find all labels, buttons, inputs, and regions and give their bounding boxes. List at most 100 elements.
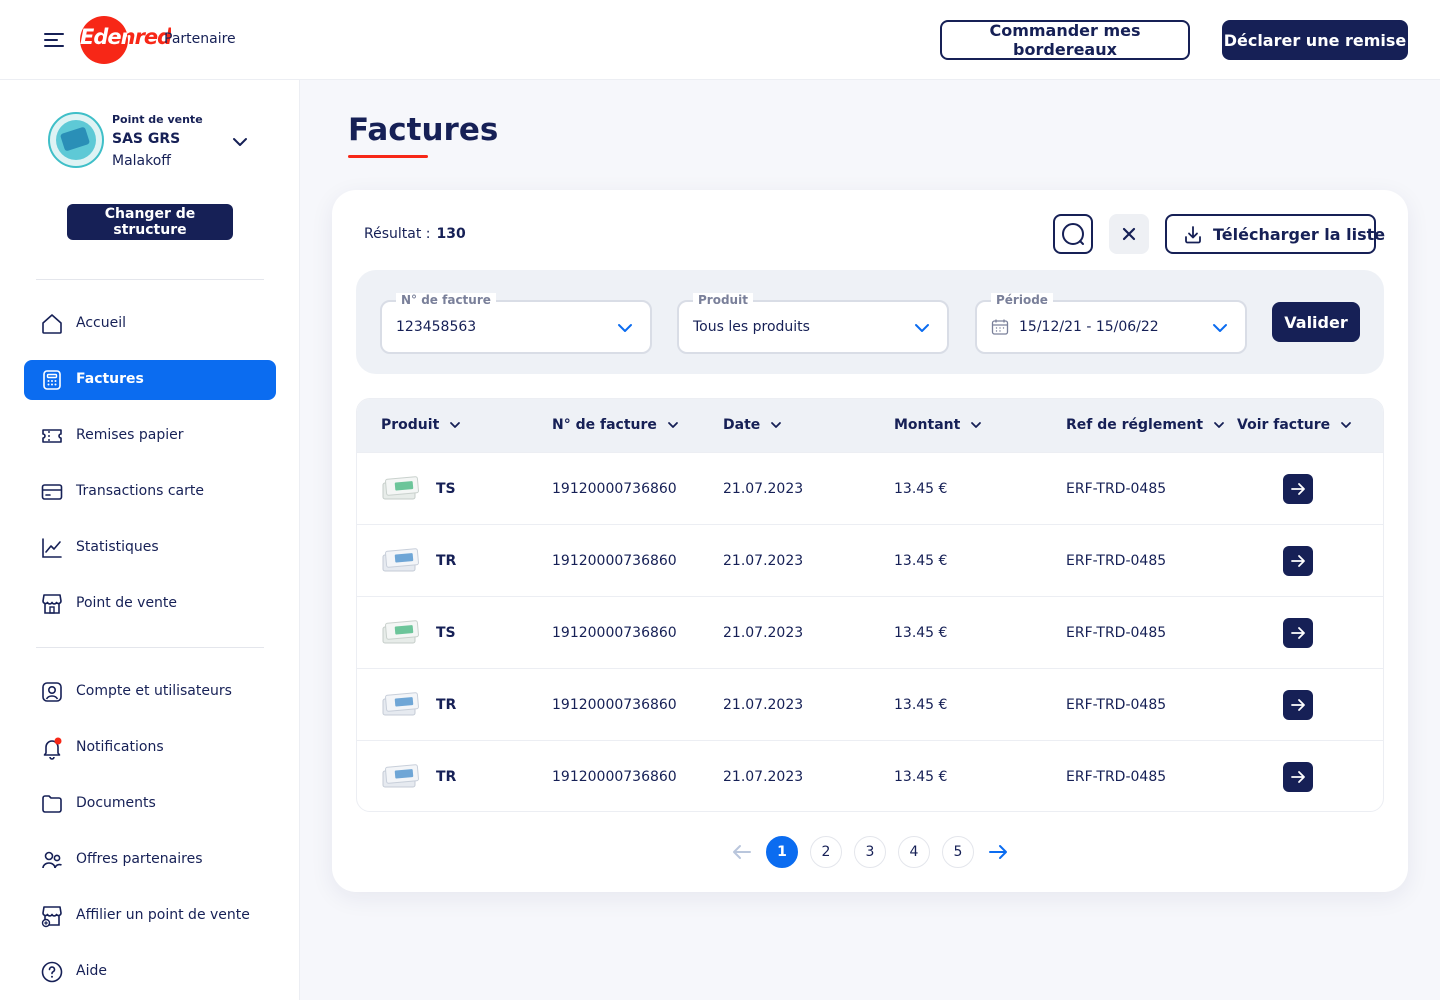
column-header-date[interactable]: Date [723, 417, 782, 433]
field-value: 123458563 [396, 319, 477, 335]
column-header-view[interactable]: Voir facture [1237, 417, 1352, 433]
menu-icon[interactable] [44, 31, 66, 49]
column-header-label: Voir facture [1237, 417, 1331, 433]
column-header-product[interactable]: Produit [381, 417, 461, 433]
help-icon [41, 961, 63, 983]
product-select[interactable]: Produit Tous les produits [677, 293, 949, 354]
order-slips-button[interactable]: Commander mes bordereaux [940, 20, 1190, 60]
close-icon [1122, 227, 1136, 241]
amount-cell: 13.45 € [894, 697, 948, 713]
page-button-2[interactable]: 2 [810, 836, 842, 868]
store-avatar [48, 112, 104, 168]
chevron-down-icon [771, 422, 782, 428]
sidebar-item-aide[interactable]: Aide [24, 952, 276, 992]
sidebar-item-remises-papier[interactable]: Remises papier [24, 416, 276, 456]
folder-icon [42, 795, 62, 813]
logo-subtitle: Partenaire [164, 31, 236, 47]
sidebar-item-accueil[interactable]: Accueil [24, 304, 276, 344]
previous-page-arrow-icon[interactable] [731, 841, 753, 863]
page-button-1[interactable]: 1 [766, 836, 798, 868]
users-icon [42, 851, 62, 869]
chevron-down-icon [1214, 422, 1224, 428]
sidebar: Point de vente SAS GRS Malakoff Changer … [0, 80, 300, 1000]
clear-filters-button[interactable] [1109, 214, 1149, 254]
ref-cell: ERF-TRD-0485 [1066, 625, 1167, 641]
sidebar-item-documents[interactable]: Documents [24, 784, 276, 824]
table-row: TS 19120000736860 21.07.2023 13.45 € ERF… [357, 596, 1383, 668]
bell-icon [43, 737, 62, 760]
sidebar-item-label: Factures [76, 371, 144, 387]
chevron-down-icon[interactable] [230, 132, 250, 152]
sidebar-item-label: Documents [76, 795, 156, 811]
validate-button[interactable]: Valider [1272, 302, 1360, 342]
chevron-down-icon [1213, 324, 1227, 332]
ticket-tr-icon [382, 692, 419, 716]
download-list-button[interactable]: Télécharger la liste [1165, 214, 1385, 254]
sidebar-item-factures[interactable]: Factures [24, 360, 276, 400]
invoice-icon [43, 370, 61, 390]
sidebar-item-compte[interactable]: Compte et utilisateurs [24, 672, 276, 712]
product-cell: TR [436, 553, 457, 569]
edenred-logo[interactable]: Edenred Partenaire [80, 16, 250, 64]
column-header-label: Montant [894, 417, 961, 433]
store-label: Point de vente [112, 113, 203, 126]
divider [36, 279, 264, 280]
date-cell: 21.07.2023 [723, 481, 804, 497]
column-header-label: N° de facture [552, 417, 657, 433]
store-icon [42, 594, 62, 614]
arrow-right-icon [1291, 771, 1305, 783]
view-invoice-button[interactable] [1283, 762, 1313, 792]
ref-cell: ERF-TRD-0485 [1066, 553, 1167, 569]
amount-cell: 13.45 € [894, 553, 948, 569]
view-invoice-button[interactable] [1283, 690, 1313, 720]
ticket-icon [42, 429, 62, 443]
calendar-icon [991, 319, 1009, 335]
sidebar-item-offres[interactable]: Offres partenaires [24, 840, 276, 880]
page-button-5[interactable]: 5 [942, 836, 974, 868]
divider [36, 647, 264, 648]
store-name: SAS GRS [112, 131, 181, 147]
declare-remittance-button[interactable]: Déclarer une remise [1222, 20, 1408, 60]
home-icon [42, 314, 62, 334]
date-cell: 21.07.2023 [723, 553, 804, 569]
table-row: TS 19120000736860 21.07.2023 13.45 € ERF… [357, 452, 1383, 524]
ticket-ts-icon [382, 620, 419, 644]
sidebar-item-point-de-vente[interactable]: Point de vente [24, 584, 276, 624]
invoice-number-select[interactable]: N° de facture 123458563 [380, 293, 652, 354]
chevron-down-icon [618, 324, 632, 332]
result-value: 130 [436, 226, 466, 242]
chevron-down-icon [1341, 422, 1352, 428]
sidebar-item-transactions-carte[interactable]: Transactions carte [24, 472, 276, 512]
store-add-icon [41, 906, 62, 928]
search-button[interactable] [1053, 214, 1093, 254]
product-cell: TS [436, 481, 456, 497]
sidebar-item-affilier[interactable]: Affilier un point de vente [24, 896, 276, 936]
result-label: Résultat : [364, 226, 431, 242]
sidebar-item-label: Remises papier [76, 427, 184, 443]
view-invoice-button[interactable] [1283, 474, 1313, 504]
page-button-4[interactable]: 4 [898, 836, 930, 868]
column-header-label: Produit [381, 417, 440, 433]
amount-cell: 13.45 € [894, 481, 948, 497]
invoice-cell: 19120000736860 [552, 553, 677, 569]
page-button-3[interactable]: 3 [854, 836, 886, 868]
field-value: Tous les produits [693, 319, 810, 335]
view-invoice-button[interactable] [1283, 618, 1313, 648]
column-header-ref[interactable]: Ref de réglement [1066, 417, 1225, 433]
sidebar-item-statistiques[interactable]: Statistiques [24, 528, 276, 568]
change-structure-button[interactable]: Changer de structure [67, 204, 233, 240]
column-header-amount[interactable]: Montant [894, 417, 982, 433]
arrow-right-icon [1291, 483, 1305, 495]
chevron-down-icon [667, 422, 678, 428]
sidebar-item-label: Point de vente [76, 595, 178, 611]
amount-cell: 13.45 € [894, 769, 948, 785]
store-city: Malakoff [112, 153, 171, 169]
field-label: Produit [693, 293, 753, 307]
table-row: TR 19120000736860 21.07.2023 13.45 € ERF… [357, 524, 1383, 596]
sidebar-item-label: Compte et utilisateurs [76, 683, 232, 699]
view-invoice-button[interactable] [1283, 546, 1313, 576]
column-header-invoice[interactable]: N° de facture [552, 417, 679, 433]
next-page-arrow-icon[interactable] [987, 841, 1009, 863]
period-select[interactable]: Période 15/12/21 - 15/06/22 [975, 293, 1247, 354]
sidebar-item-notifications[interactable]: Notifications [24, 728, 276, 768]
